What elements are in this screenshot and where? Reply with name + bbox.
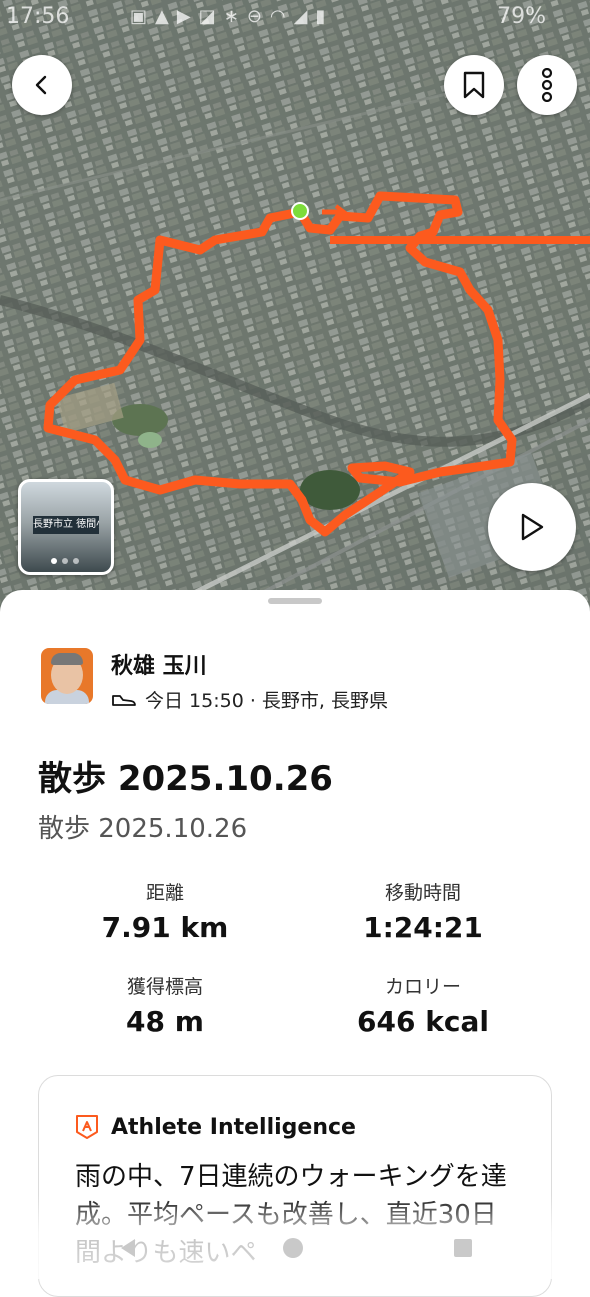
activity-description: 散歩 2025.10.26 xyxy=(38,814,248,844)
shoe-icon xyxy=(112,694,136,706)
activity-meta: 今日 15:50 · 長野市, 長野県 xyxy=(111,686,388,713)
nav-recents-icon xyxy=(454,1239,472,1257)
photo-page-dots xyxy=(51,558,79,564)
chevron-left-icon xyxy=(35,75,47,95)
stat-distance: 距離 7.91 km xyxy=(45,878,285,944)
stat-elevation: 獲得標高 48 m xyxy=(45,972,285,1038)
stat-moving-time-value: 1:24:21 xyxy=(363,911,483,944)
status-time: 17:56 xyxy=(6,4,70,29)
signal-icon: ◢ xyxy=(293,6,316,27)
photo-sign-text: 長野市立 徳間小学校 xyxy=(33,516,99,534)
stat-moving-time-label: 移動時間 xyxy=(384,882,461,904)
status-icons: ▣▲▶◪∗⊖◠◢▮ xyxy=(130,6,333,27)
nav-home-icon xyxy=(283,1238,303,1258)
nav-home-button[interactable] xyxy=(275,1230,311,1266)
bookmark-button[interactable] xyxy=(444,55,504,115)
app-icon: ◪ xyxy=(198,6,224,27)
stat-distance-label: 距離 xyxy=(145,882,184,904)
stat-calories-value: 646 kcal xyxy=(357,1005,489,1038)
stat-elevation-label: 獲得標高 xyxy=(126,976,203,998)
athlete-intelligence-title: Athlete Intelligence xyxy=(111,1114,356,1140)
battery-icon: ▮ xyxy=(315,6,334,27)
activity-sheet[interactable]: 秋雄 玉川 今日 15:50 · 長野市, 長野県 散歩 2025.10.26 … xyxy=(0,590,590,1297)
photo-thumbnail[interactable]: 長野市立 徳間小学校 xyxy=(18,479,114,575)
nav-recents-button[interactable] xyxy=(445,1230,481,1266)
athlete-intelligence-icon xyxy=(76,1115,98,1139)
start-marker xyxy=(291,202,309,220)
athlete-name[interactable]: 秋雄 玉川 xyxy=(111,648,207,680)
stat-calories: カロリー 646 kcal xyxy=(303,972,543,1038)
stat-calories-label: カロリー xyxy=(384,976,461,998)
stat-distance-value: 7.91 km xyxy=(101,911,229,944)
route-map[interactable]: 17:56 ▣▲▶◪∗⊖◠◢▮ 79% 長野市立 徳間小学校 xyxy=(0,0,590,620)
wifi-icon: ◠ xyxy=(269,6,294,27)
battery-level: 79% xyxy=(497,4,546,29)
back-button[interactable] xyxy=(12,55,72,115)
youtube-icon: ▶ xyxy=(176,6,199,27)
alert-icon: ▲ xyxy=(155,6,177,27)
more-options-button[interactable] xyxy=(517,55,577,115)
bluetooth-icon: ∗ xyxy=(223,6,247,27)
play-icon xyxy=(521,513,544,541)
athlete-intelligence-header: Athlete Intelligence xyxy=(75,1114,356,1140)
notification-icon: ▣ xyxy=(130,6,156,27)
dnd-icon: ⊖ xyxy=(246,6,270,27)
stat-elevation-value: 48 m xyxy=(126,1005,204,1038)
bookmark-icon xyxy=(463,71,485,99)
nav-back-icon xyxy=(121,1239,135,1257)
stat-moving-time: 移動時間 1:24:21 xyxy=(303,878,543,944)
system-nav-bar xyxy=(0,1222,590,1272)
status-bar: 17:56 ▣▲▶◪∗⊖◠◢▮ 79% xyxy=(0,0,590,40)
play-flyover-button[interactable] xyxy=(488,483,576,571)
activity-title: 散歩 2025.10.26 xyxy=(38,759,333,799)
nav-back-button[interactable] xyxy=(110,1230,146,1266)
avatar[interactable] xyxy=(41,648,93,704)
drag-handle[interactable] xyxy=(268,598,322,604)
activity-meta-text: 今日 15:50 · 長野市, 長野県 xyxy=(145,690,388,712)
more-vertical-icon xyxy=(541,68,553,102)
